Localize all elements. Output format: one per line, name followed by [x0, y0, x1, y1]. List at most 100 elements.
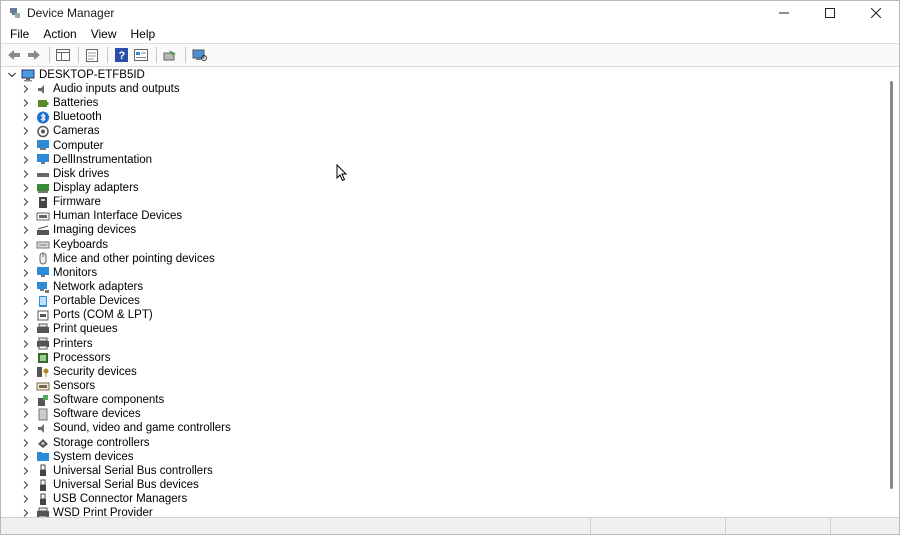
tree-item[interactable]: Bluetooth	[1, 110, 885, 124]
forward-button[interactable]	[25, 46, 43, 64]
chevron-right-icon[interactable]	[21, 211, 31, 221]
toolbar-separator	[156, 47, 157, 63]
scan-hardware-button[interactable]	[190, 46, 208, 64]
chevron-right-icon[interactable]	[21, 353, 31, 363]
status-pane	[590, 518, 725, 534]
device-tree[interactable]: DESKTOP-ETFB5ID Audio inputs and outputs…	[1, 67, 885, 517]
close-button[interactable]	[853, 1, 899, 25]
chevron-right-icon[interactable]	[21, 367, 31, 377]
tree-item[interactable]: Keyboards	[1, 238, 885, 252]
firmware-icon	[39, 196, 47, 208]
scrollbar-thumb[interactable]	[890, 81, 893, 489]
tree-item[interactable]: Universal Serial Bus devices	[1, 478, 885, 492]
tree-item[interactable]: Firmware	[1, 195, 885, 209]
tree-item[interactable]: Disk drives	[1, 167, 885, 181]
tree-item[interactable]: Processors	[1, 351, 885, 365]
chevron-right-icon[interactable]	[21, 339, 31, 349]
tree-item[interactable]: Universal Serial Bus controllers	[1, 464, 885, 478]
vertical-scrollbar[interactable]	[885, 67, 899, 517]
tree-item-label: USB Connector Managers	[53, 493, 188, 506]
chevron-right-icon[interactable]	[21, 169, 31, 179]
update-driver-button[interactable]	[161, 46, 179, 64]
tree-item[interactable]: Imaging devices	[1, 223, 885, 237]
chevron-right-icon[interactable]	[21, 438, 31, 448]
menu-view[interactable]: View	[84, 25, 124, 43]
tree-item[interactable]: Security devices	[1, 365, 885, 379]
svg-text:?: ?	[118, 50, 125, 62]
chevron-right-icon[interactable]	[21, 282, 31, 292]
tree-item-label: Network adapters	[53, 281, 144, 294]
minimize-button[interactable]	[761, 1, 807, 25]
port-icon	[37, 310, 49, 321]
back-button[interactable]	[5, 46, 23, 64]
tree-item[interactable]: Portable Devices	[1, 294, 885, 308]
tree-item[interactable]: Cameras	[1, 124, 885, 138]
tree-item[interactable]: USB Connector Managers	[1, 492, 885, 506]
chevron-right-icon[interactable]	[21, 508, 31, 517]
tree-item[interactable]: Software devices	[1, 407, 885, 421]
tree-item[interactable]: Network adapters	[1, 280, 885, 294]
menu-bar: File Action View Help	[1, 25, 899, 43]
chevron-right-icon[interactable]	[21, 84, 31, 94]
menu-file[interactable]: File	[3, 25, 36, 43]
chevron-right-icon[interactable]	[21, 310, 31, 320]
tree-root[interactable]: DESKTOP-ETFB5ID	[1, 68, 885, 82]
tree-item[interactable]: Batteries	[1, 96, 885, 110]
tree-item-label: Printers	[53, 337, 93, 350]
tree-item[interactable]: Audio inputs and outputs	[1, 82, 885, 96]
printer-icon	[37, 337, 49, 350]
tree-item[interactable]: Ports (COM & LPT)	[1, 308, 885, 322]
chevron-right-icon[interactable]	[21, 494, 31, 504]
chevron-right-icon[interactable]	[21, 240, 31, 250]
tree-item[interactable]: Software components	[1, 393, 885, 407]
chevron-right-icon[interactable]	[21, 409, 31, 419]
chevron-right-icon[interactable]	[21, 381, 31, 391]
chevron-right-icon[interactable]	[21, 155, 31, 165]
tree-item[interactable]: Print queues	[1, 322, 885, 336]
chevron-right-icon[interactable]	[21, 254, 31, 264]
tree-item[interactable]: Storage controllers	[1, 436, 885, 450]
chevron-right-icon[interactable]	[21, 452, 31, 462]
chevron-right-icon[interactable]	[21, 466, 31, 476]
chevron-right-icon[interactable]	[21, 268, 31, 278]
tree-item[interactable]: System devices	[1, 450, 885, 464]
show-hide-tree-button[interactable]	[54, 46, 72, 64]
tree-item[interactable]: DellInstrumentation	[1, 153, 885, 167]
tree-item[interactable]: Sound, video and game controllers	[1, 421, 885, 435]
chevron-right-icon[interactable]	[21, 480, 31, 490]
chevron-right-icon[interactable]	[21, 225, 31, 235]
maximize-button[interactable]	[807, 1, 853, 25]
chevron-right-icon[interactable]	[21, 183, 31, 193]
chevron-right-icon[interactable]	[21, 324, 31, 334]
tree-item-label: Human Interface Devices	[53, 210, 183, 223]
chevron-right-icon[interactable]	[21, 423, 31, 433]
chevron-right-icon[interactable]	[21, 98, 31, 108]
chevron-right-icon[interactable]	[21, 112, 31, 122]
view-by-icon	[134, 49, 148, 61]
chevron-right-icon[interactable]	[21, 141, 31, 151]
title-bar[interactable]: Device Manager	[1, 1, 899, 25]
help-button[interactable]: ?	[112, 46, 130, 64]
view-by-button[interactable]	[132, 46, 150, 64]
chevron-right-icon[interactable]	[21, 126, 31, 136]
tree-item[interactable]: Computer	[1, 139, 885, 153]
bluetooth-icon	[37, 111, 49, 124]
tree-item[interactable]: WSD Print Provider	[1, 506, 885, 517]
tree-item[interactable]: Sensors	[1, 379, 885, 393]
chevron-right-icon[interactable]	[21, 296, 31, 306]
tree-item[interactable]: Mice and other pointing devices	[1, 252, 885, 266]
menu-help[interactable]: Help	[124, 25, 163, 43]
chevron-right-icon[interactable]	[21, 197, 31, 207]
menu-action[interactable]: Action	[36, 25, 83, 43]
tree-item[interactable]: Human Interface Devices	[1, 209, 885, 223]
print-queue-icon	[37, 323, 49, 333]
tree-item-label: DellInstrumentation	[53, 153, 153, 166]
tree-item[interactable]: Monitors	[1, 266, 885, 280]
properties-button[interactable]	[83, 46, 101, 64]
chevron-right-icon[interactable]	[21, 395, 31, 405]
battery-icon	[38, 99, 49, 107]
tree-item[interactable]: Display adapters	[1, 181, 885, 195]
tree-item-label: System devices	[53, 450, 134, 463]
chevron-down-icon[interactable]	[7, 70, 17, 80]
tree-item[interactable]: Printers	[1, 337, 885, 351]
